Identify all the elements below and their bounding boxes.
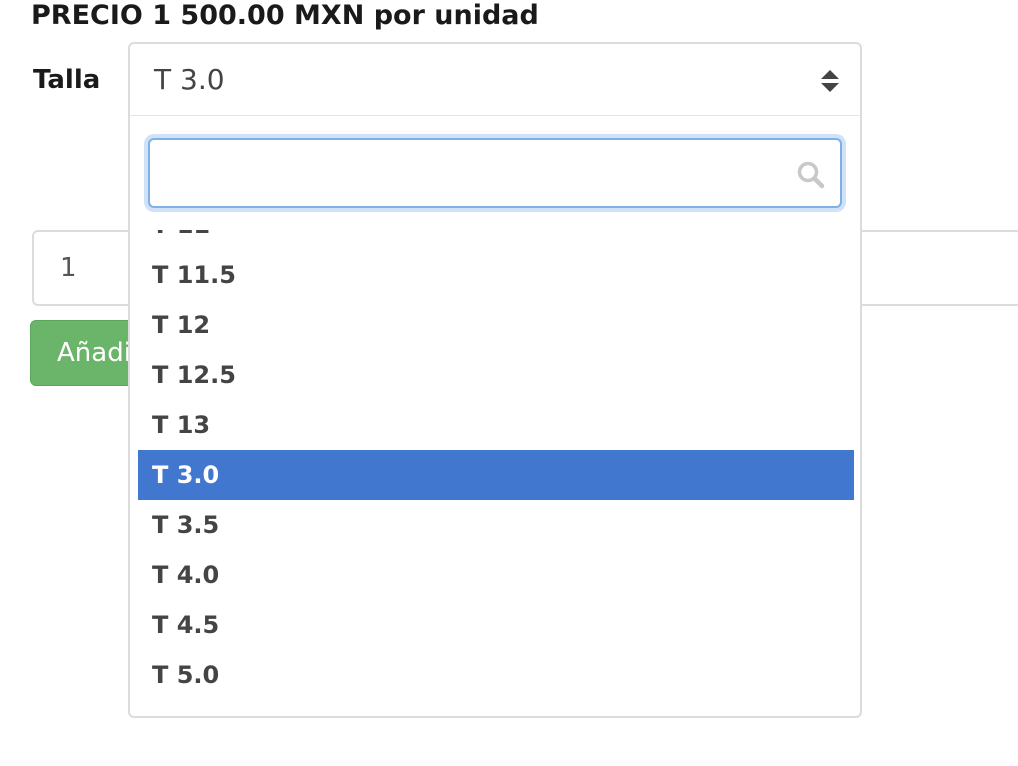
size-options-list[interactable]: T 11T 11.5T 12T 12.5T 13T 3.0T 3.5T 4.0T… (138, 230, 854, 704)
product-page: PRECIO 1 500.00 MXN por unidad Talla 1 A… (0, 0, 1018, 766)
size-option[interactable]: T 3.5 (138, 500, 854, 550)
size-search-field[interactable] (148, 138, 842, 208)
size-option[interactable]: T 12 (138, 300, 854, 350)
size-option[interactable]: T 12.5 (138, 350, 854, 400)
search-icon (797, 161, 825, 189)
size-option[interactable]: T 4.5 (138, 600, 854, 650)
size-search-input[interactable] (150, 140, 770, 206)
size-option[interactable]: T 11 (138, 230, 854, 250)
size-select-value: T 3.0 (154, 63, 225, 96)
size-select-dropdown[interactable]: T 3.0 T 11T 11.5T 12T 12.5T 13T 3.0T 3.5… (128, 42, 862, 718)
size-option[interactable]: T 4.0 (138, 550, 854, 600)
price-text: PRECIO 1 500.00 MXN por unidad (31, 0, 539, 31)
size-select-trigger[interactable]: T 3.0 (130, 44, 860, 116)
size-label: Talla (33, 65, 101, 95)
quantity-value: 1 (60, 253, 77, 283)
size-option[interactable]: T 11.5 (138, 250, 854, 300)
size-option[interactable]: T 3.0 (138, 450, 854, 500)
sort-arrows-icon (821, 70, 839, 92)
size-option[interactable]: T 13 (138, 400, 854, 450)
size-option[interactable]: T 5.0 (138, 650, 854, 700)
